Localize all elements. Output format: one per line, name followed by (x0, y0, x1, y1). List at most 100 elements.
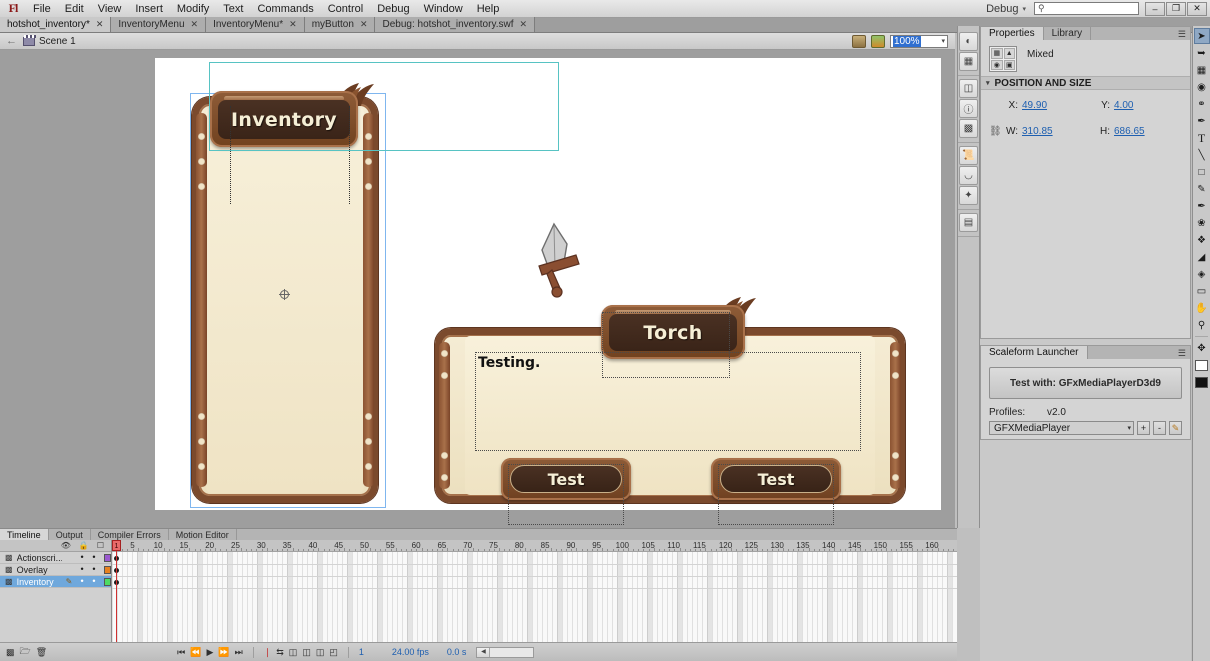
eye-icon[interactable]: 👁 (61, 541, 71, 550)
go-to-start-button[interactable]: ⏮ (177, 647, 185, 658)
center-playhead-icon[interactable]: ❘ (264, 647, 272, 658)
close-icon[interactable]: ✕ (96, 19, 104, 30)
play-button[interactable]: ▶ (206, 647, 213, 658)
rectangle-tool[interactable]: □ (1194, 164, 1210, 180)
tab-properties[interactable]: Properties (981, 27, 1044, 40)
layer-lock-toggle[interactable]: • (90, 577, 98, 586)
frame-grid[interactable]: 1510152025303540455055606570758085909510… (112, 540, 957, 642)
scroll-left-icon[interactable]: ◀ (477, 647, 491, 657)
close-button[interactable]: ✕ (1187, 1, 1207, 16)
add-profile-button[interactable]: + (1137, 421, 1150, 435)
edit-profile-button[interactable]: ✎ (1169, 421, 1182, 435)
y-field[interactable]: Y: 4.00 (1097, 100, 1133, 111)
zoom-tool[interactable]: ⚲ (1194, 317, 1210, 333)
loop-icon[interactable]: ⇆ (276, 647, 284, 658)
new-folder-icon[interactable]: 🗁 (20, 644, 31, 660)
layer-edit-icon[interactable]: ✎ (66, 577, 75, 586)
layer-visibility-toggle[interactable]: • (78, 577, 86, 586)
layer-row[interactable]: ▩ Actionscri... • • (0, 552, 112, 564)
behaviors-icon[interactable]: ✦ (959, 186, 978, 205)
search-input[interactable]: ⚲ (1034, 2, 1139, 15)
new-layer-icon[interactable]: ▩ (6, 647, 15, 658)
stroke-color-swatch[interactable] (1194, 357, 1210, 373)
trash-icon[interactable]: 🗑 (36, 647, 47, 658)
fill-color-swatch[interactable] (1194, 374, 1210, 390)
line-tool[interactable]: ╲ (1194, 147, 1210, 163)
remove-profile-button[interactable]: - (1153, 421, 1166, 435)
close-icon[interactable]: ✕ (289, 19, 297, 30)
brush-tool[interactable]: ✒ (1194, 198, 1210, 214)
doc-tab-inventorymenu[interactable]: InventoryMenu ✕ (111, 17, 207, 32)
menu-commands[interactable]: Commands (250, 0, 320, 18)
menu-text[interactable]: Text (216, 0, 250, 18)
edit-scene-icon[interactable] (852, 34, 866, 48)
panel-menu-icon[interactable]: ☰ (1178, 348, 1186, 359)
menu-help[interactable]: Help (470, 0, 507, 18)
step-back-button[interactable]: ⏪ (190, 647, 201, 658)
doc-tab-hotshot-inventory[interactable]: hotshot_inventory* ✕ (0, 17, 112, 32)
color-swatch-icon[interactable]: ◐ (959, 32, 978, 51)
x-field[interactable]: X: 49.90 (1005, 100, 1097, 111)
transform-icon[interactable]: ▩ (959, 119, 978, 138)
onion-skin-outlines-icon[interactable]: ◫ (302, 647, 311, 658)
outline-icon[interactable]: ☐ (97, 541, 104, 550)
test-with-gfxmediaplayer-button[interactable]: Test with: GFxMediaPlayerD3d9 (989, 367, 1182, 399)
deco-tool[interactable]: ❀ (1194, 215, 1210, 231)
restore-button[interactable]: ❐ (1166, 1, 1186, 16)
align-icon[interactable]: ▦ (959, 52, 978, 71)
menu-modify[interactable]: Modify (170, 0, 216, 18)
tab-compiler-errors[interactable]: Compiler Errors (90, 529, 169, 540)
tab-timeline[interactable]: Timeline (0, 529, 49, 540)
close-icon[interactable]: ✕ (191, 19, 199, 30)
profile-select[interactable]: GFXMediaPlayer ▾ (989, 421, 1134, 435)
eraser-tool[interactable]: ▭ (1194, 283, 1210, 299)
doc-tab-mybutton[interactable]: myButton ✕ (304, 17, 376, 32)
back-arrow-icon[interactable]: ← (6, 35, 17, 47)
layer-lock-toggle[interactable]: • (90, 565, 98, 574)
onion-skin-icon[interactable]: ◫ (289, 647, 298, 658)
zoom-level-input[interactable]: 100% ▾ (890, 34, 948, 48)
hand-tool[interactable]: ✋ (1194, 300, 1210, 316)
stage-area[interactable]: Inventory Torch Testing. Test Test (0, 50, 955, 528)
tab-library[interactable]: Library (1043, 27, 1092, 40)
menu-file[interactable]: File (26, 0, 58, 18)
paint-bucket-tool[interactable]: ◢ (1194, 249, 1210, 265)
layer-color-swatch[interactable] (103, 565, 112, 574)
lock-icon[interactable]: 🔒 (79, 541, 89, 550)
eyedropper-tool[interactable]: ✥ (1194, 340, 1210, 356)
x-value[interactable]: 49.90 (1022, 100, 1047, 111)
menu-insert[interactable]: Insert (128, 0, 170, 18)
frame-ruler[interactable]: 1510152025303540455055606570758085909510… (112, 540, 957, 552)
lasso-poly-tool[interactable]: ⚭ (1194, 96, 1210, 112)
lasso-tool[interactable]: ◉ (1194, 79, 1210, 95)
edit-multiple-frames-icon[interactable]: ◫ (316, 647, 325, 658)
y-value[interactable]: 4.00 (1114, 100, 1133, 111)
playhead-frame-number[interactable]: 1 (112, 540, 121, 551)
go-to-end-button[interactable]: ⏭ (235, 647, 243, 658)
close-icon[interactable]: ✕ (360, 19, 368, 30)
bone-tool[interactable]: ❖ (1194, 232, 1210, 248)
tab-output[interactable]: Output (48, 529, 91, 540)
menu-control[interactable]: Control (321, 0, 370, 18)
layer-row[interactable]: ▩ Overlay • • (0, 564, 112, 576)
w-value[interactable]: 310.85 (1022, 126, 1053, 137)
components-icon[interactable]: ◡ (959, 166, 978, 185)
scene-icon[interactable]: ◫ (959, 79, 978, 98)
tab-motion-editor[interactable]: Motion Editor (168, 529, 237, 540)
workspace-switcher[interactable]: Debug ▾ (978, 3, 1034, 15)
stage-canvas[interactable]: Inventory Torch Testing. Test Test (155, 58, 941, 525)
h-field[interactable]: H: 686.65 (1097, 126, 1145, 137)
pencil-tool[interactable]: ✎ (1194, 181, 1210, 197)
tab-scaleform-launcher[interactable]: Scaleform Launcher (981, 346, 1088, 359)
menu-view[interactable]: View (91, 0, 129, 18)
doc-tab-debug-swf[interactable]: Debug: hotshot_inventory.swf ✕ (375, 17, 536, 32)
script-icon[interactable]: 📜 (959, 146, 978, 165)
step-forward-button[interactable]: ⏩ (218, 647, 229, 658)
free-transform-tool[interactable]: ▦ (1194, 62, 1210, 78)
menu-window[interactable]: Window (417, 0, 470, 18)
layer-visibility-toggle[interactable]: • (78, 553, 86, 562)
timeline-footer-scrollbar[interactable]: ◀ (476, 646, 535, 658)
layer-row[interactable]: ▩ Inventory ✎ • • (0, 576, 112, 588)
modify-onion-markers-icon[interactable]: ◰ (329, 647, 338, 658)
layer-visibility-toggle[interactable]: • (78, 565, 86, 574)
